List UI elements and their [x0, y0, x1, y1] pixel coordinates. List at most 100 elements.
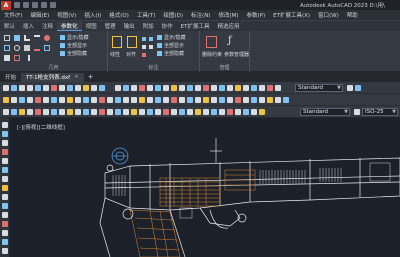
- fix-icon[interactable]: [24, 45, 30, 51]
- publish-icon[interactable]: [243, 97, 249, 103]
- zoom-window-icon[interactable]: [43, 97, 49, 103]
- hide-all-label[interactable]: 全部隐藏: [67, 50, 87, 57]
- text-icon[interactable]: [107, 109, 113, 115]
- parallel-icon[interactable]: [34, 35, 40, 41]
- undo-icon[interactable]: [123, 97, 129, 103]
- convert-icon[interactable]: [149, 37, 153, 41]
- concentric-icon[interactable]: [14, 45, 20, 51]
- image-icon[interactable]: [259, 97, 265, 103]
- vertical-icon[interactable]: [24, 55, 30, 61]
- jogged-icon[interactable]: [251, 109, 257, 115]
- dim-style-icon[interactable]: [149, 45, 153, 49]
- block-insert-icon[interactable]: [59, 109, 65, 115]
- dim-style-manager-icon[interactable]: [354, 109, 360, 115]
- tab-parametric[interactable]: 参数化: [57, 21, 82, 31]
- make-block-icon[interactable]: [2, 230, 8, 236]
- join-icon[interactable]: [219, 85, 225, 91]
- angular-icon[interactable]: [142, 37, 146, 41]
- hatch-icon[interactable]: [67, 85, 73, 91]
- trim-icon[interactable]: [179, 85, 185, 91]
- equal-icon[interactable]: [4, 55, 10, 61]
- menu-view[interactable]: 视图(V): [53, 11, 80, 19]
- quick-dim-icon[interactable]: [195, 109, 201, 115]
- dim-show-hide-icon[interactable]: [157, 35, 162, 40]
- block-edit-icon[interactable]: [75, 109, 81, 115]
- doc-tab-drawing[interactable]: TT-1枪支列表.dxf ×: [21, 72, 84, 82]
- view-iso-icon[interactable]: [107, 97, 113, 103]
- dim-update-icon[interactable]: [203, 109, 209, 115]
- text-style-select[interactable]: Standard ▼: [295, 84, 343, 92]
- draw-hatch-icon[interactable]: [2, 248, 8, 254]
- layer-off-icon[interactable]: [267, 85, 273, 91]
- linear-lock-icon[interactable]: [112, 36, 122, 48]
- menu-modify[interactable]: 修改(M): [214, 11, 242, 19]
- smooth-icon[interactable]: [14, 55, 20, 61]
- group-icon[interactable]: [91, 109, 97, 115]
- hyperlink-icon[interactable]: [275, 97, 281, 103]
- menu-dimension[interactable]: 标注(N): [187, 11, 214, 19]
- distance-icon[interactable]: [147, 97, 153, 103]
- layer-color-icon[interactable]: [19, 97, 25, 103]
- quick-calc-icon[interactable]: [211, 97, 217, 103]
- dimension-radius-icon[interactable]: [147, 109, 153, 115]
- break-icon[interactable]: [227, 85, 233, 91]
- tab-insert[interactable]: 插入: [19, 22, 38, 30]
- menu-parametric[interactable]: 参数(P): [243, 11, 270, 19]
- menu-insert[interactable]: 插入(I): [80, 11, 105, 19]
- sheet-set-icon[interactable]: [195, 97, 201, 103]
- id-point-icon[interactable]: [163, 97, 169, 103]
- dimensional-panel-title[interactable]: 标注: [108, 64, 199, 71]
- open-icon[interactable]: [23, 2, 29, 8]
- view-front-icon[interactable]: [75, 97, 81, 103]
- delete-constraints-label[interactable]: 删除约束: [202, 51, 222, 58]
- show-all-label[interactable]: 全部显示: [67, 42, 87, 49]
- menu-tools[interactable]: 工具(T): [133, 11, 160, 19]
- text-style-manager-icon[interactable]: [347, 85, 353, 91]
- draw-circle-icon[interactable]: [2, 176, 8, 182]
- line-icon[interactable]: [3, 85, 9, 91]
- zoom-realtime-icon[interactable]: [35, 97, 41, 103]
- leader-icon[interactable]: [115, 109, 121, 115]
- make-current-icon[interactable]: [51, 109, 57, 115]
- dim-text-edit-icon[interactable]: [219, 109, 225, 115]
- dim-edit-icon[interactable]: [211, 109, 217, 115]
- field-icon[interactable]: [267, 97, 273, 103]
- horizontal-icon[interactable]: [4, 45, 10, 51]
- explode-icon[interactable]: [211, 85, 217, 91]
- manage-panel-title[interactable]: 管理: [200, 64, 249, 71]
- rectangle-icon[interactable]: [35, 85, 41, 91]
- area-icon[interactable]: [155, 97, 161, 103]
- show-hide-label[interactable]: 显示/隐藏: [67, 34, 89, 41]
- dim-hide-all-label[interactable]: 全部隐藏: [164, 50, 184, 57]
- show-hide-icon[interactable]: [60, 35, 65, 40]
- mirror-icon[interactable]: [139, 85, 145, 91]
- properties-icon[interactable]: [243, 85, 249, 91]
- layer-isolate-icon[interactable]: [27, 109, 33, 115]
- draw-polygon-icon[interactable]: [2, 149, 8, 155]
- erase-icon[interactable]: [235, 85, 241, 91]
- tab-default[interactable]: 默认: [0, 22, 19, 30]
- view-left-icon[interactable]: [91, 97, 97, 103]
- lock-icon[interactable]: [11, 97, 17, 103]
- zoom-extents-icon[interactable]: [59, 97, 65, 103]
- arc-icon[interactable]: [27, 85, 33, 91]
- scale-icon[interactable]: [163, 85, 169, 91]
- iso-style-select[interactable]: ISO-25 ▼: [362, 108, 398, 116]
- dim-space-icon[interactable]: [227, 109, 233, 115]
- menu-edit[interactable]: 编辑(E): [26, 11, 53, 19]
- inspect-icon[interactable]: [243, 109, 249, 115]
- diameter-icon[interactable]: [142, 53, 146, 57]
- table-icon[interactable]: [91, 85, 97, 91]
- tangent-icon[interactable]: [44, 35, 50, 41]
- aligned-lock-icon[interactable]: [127, 36, 137, 48]
- extend-icon[interactable]: [187, 85, 193, 91]
- block-create-icon[interactable]: [67, 109, 73, 115]
- menu-express-tools[interactable]: ET扩展工具(X): [269, 11, 314, 19]
- attribute-icon[interactable]: [83, 109, 89, 115]
- parameters-manager-label[interactable]: 参数管理器: [224, 51, 249, 58]
- pan-icon[interactable]: [27, 97, 33, 103]
- insert-block-icon[interactable]: [2, 221, 8, 227]
- tab-manage[interactable]: 管理: [101, 22, 120, 30]
- draw-point-icon[interactable]: [2, 239, 8, 245]
- dimension-baseline-icon[interactable]: [163, 109, 169, 115]
